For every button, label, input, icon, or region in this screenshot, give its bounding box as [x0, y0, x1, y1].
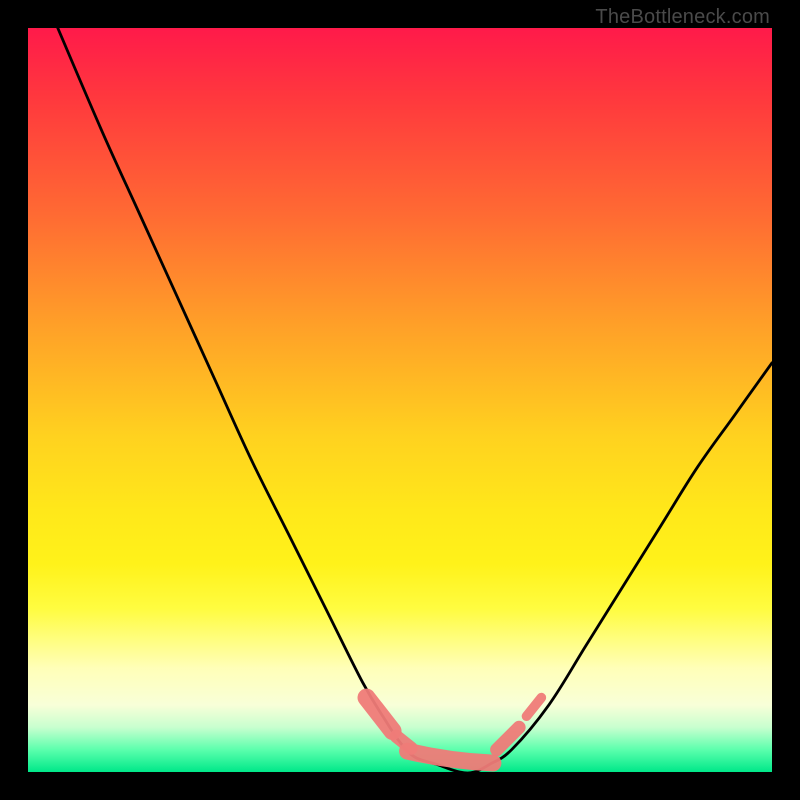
chart-frame: TheBottleneck.com: [0, 0, 800, 800]
plot-area: [28, 28, 772, 772]
highlight-segment: [407, 751, 493, 763]
highlight-segment: [367, 698, 393, 731]
curve-overlay: [28, 28, 772, 772]
highlight-segment: [526, 698, 541, 717]
bottleneck-curve: [58, 28, 772, 772]
watermark-label: TheBottleneck.com: [595, 6, 770, 29]
